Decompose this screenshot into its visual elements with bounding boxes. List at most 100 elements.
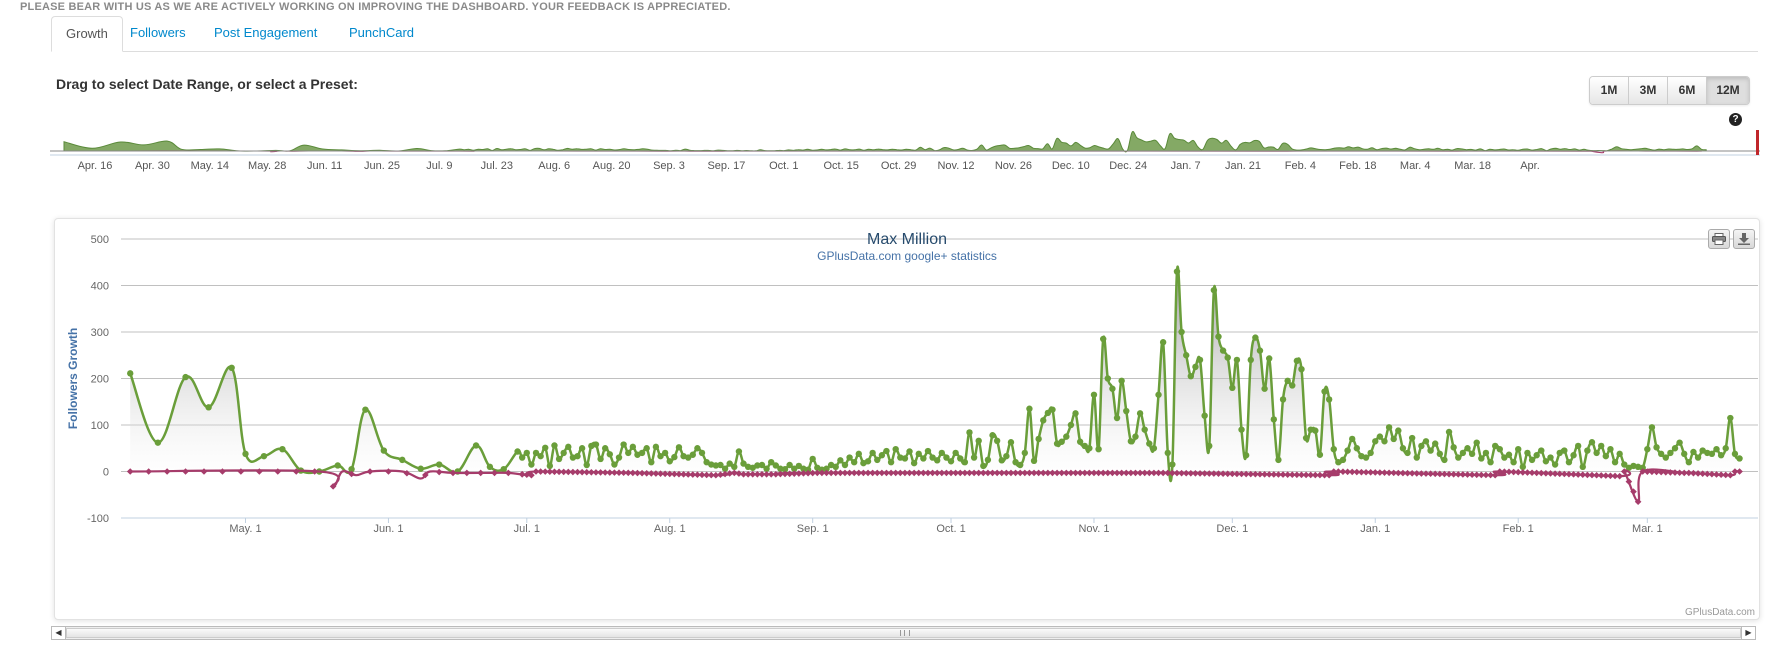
preset-6m-button[interactable]: 6M bbox=[1668, 77, 1707, 104]
gain-data-point bbox=[1063, 433, 1070, 440]
gain-data-point bbox=[1524, 449, 1531, 457]
gain-data-point bbox=[1395, 427, 1402, 434]
gain-data-point bbox=[933, 457, 941, 464]
navigator-tick-label: Sep. 17 bbox=[707, 160, 745, 172]
gain-data-point bbox=[1690, 448, 1697, 456]
gain-data-point bbox=[1372, 438, 1379, 445]
gain-data-point bbox=[947, 458, 955, 465]
tab-growth[interactable]: Growth bbox=[51, 16, 123, 52]
gain-data-point bbox=[435, 461, 443, 468]
preset-button-group: 1M 3M 6M 12M bbox=[1589, 76, 1750, 105]
gain-data-point bbox=[1528, 456, 1536, 464]
gain-data-point bbox=[1224, 354, 1231, 361]
gain-data-point bbox=[279, 445, 286, 453]
gain-data-point bbox=[1432, 440, 1439, 447]
gain-data-point bbox=[1164, 449, 1171, 457]
navigator-tick-label: Oct. 15 bbox=[823, 160, 858, 172]
gain-data-point bbox=[1238, 426, 1245, 433]
y-tick-label: 100 bbox=[91, 420, 109, 432]
gain-data-point bbox=[514, 448, 521, 455]
gain-data-point bbox=[1381, 438, 1388, 445]
gain-data-point bbox=[763, 465, 770, 472]
gain-data-point bbox=[1662, 454, 1669, 461]
download-icon[interactable] bbox=[1733, 229, 1755, 249]
gain-data-point bbox=[1104, 375, 1112, 382]
gain-data-point bbox=[1155, 391, 1162, 398]
preset-3m-button[interactable]: 3M bbox=[1629, 77, 1668, 104]
navigator-tick-label: Aug. 6 bbox=[538, 160, 570, 172]
gain-data-point bbox=[989, 432, 996, 439]
gain-data-point bbox=[638, 449, 646, 457]
gain-data-point bbox=[500, 465, 507, 473]
gain-data-point bbox=[1653, 444, 1660, 451]
gain-data-point bbox=[1040, 417, 1047, 424]
gain-data-point bbox=[1478, 455, 1485, 462]
gain-data-point bbox=[980, 462, 987, 470]
gain-data-point bbox=[846, 454, 853, 461]
gain-data-point bbox=[869, 449, 876, 457]
gain-data-point bbox=[1519, 463, 1527, 471]
question-circle-icon[interactable]: ? bbox=[1729, 113, 1742, 126]
gain-data-point bbox=[1390, 435, 1397, 443]
gain-data-point bbox=[1418, 442, 1425, 450]
navigator-tick-label: Sep. 3 bbox=[653, 160, 685, 172]
gain-data-point bbox=[1681, 450, 1688, 458]
x-tick-label: Feb. 1 bbox=[1503, 523, 1534, 535]
gain-data-point bbox=[523, 449, 530, 457]
gain-data-point bbox=[1058, 438, 1065, 445]
gain-data-point bbox=[1385, 424, 1393, 431]
gain-data-point bbox=[864, 458, 872, 465]
gain-data-point bbox=[362, 406, 369, 413]
navigator-scrollbar[interactable]: ◀ ▶ bbox=[51, 626, 1756, 640]
gain-data-point bbox=[1026, 405, 1033, 412]
gain-data-point bbox=[731, 463, 738, 471]
x-tick-label: May. 1 bbox=[229, 523, 261, 535]
y-tick-label: 400 bbox=[91, 281, 109, 293]
gain-data-point bbox=[611, 461, 618, 468]
gain-data-point bbox=[1275, 456, 1282, 464]
gain-data-point bbox=[242, 450, 249, 458]
gain-data-point bbox=[1159, 339, 1167, 346]
gain-data-point bbox=[1667, 449, 1674, 457]
gain-data-point bbox=[1547, 454, 1554, 461]
gain-data-point bbox=[1049, 406, 1056, 413]
loss-data-point bbox=[1727, 471, 1734, 479]
preset-12m-button[interactable]: 12M bbox=[1707, 77, 1749, 104]
navigator-handle[interactable] bbox=[1756, 130, 1759, 155]
gain-data-point bbox=[1219, 347, 1227, 354]
scroll-left-arrow-icon[interactable]: ◀ bbox=[52, 627, 66, 639]
tab-post-engagement[interactable]: Post Engagement bbox=[200, 16, 331, 50]
gain-data-point bbox=[1353, 445, 1361, 452]
gain-data-point bbox=[671, 453, 678, 461]
gain-data-point bbox=[1676, 439, 1683, 446]
gain-data-point bbox=[735, 448, 743, 455]
x-tick-label: Oct. 1 bbox=[936, 523, 965, 535]
gain-data-point bbox=[127, 370, 134, 377]
tab-punchcard[interactable]: PunchCard bbox=[335, 16, 428, 50]
gain-data-point bbox=[1136, 410, 1144, 417]
gain-data-point bbox=[1196, 356, 1204, 364]
gain-data-point bbox=[1206, 442, 1213, 450]
gain-data-point bbox=[1473, 439, 1480, 446]
gain-data-point bbox=[537, 452, 544, 460]
gain-data-point bbox=[883, 447, 890, 455]
gain-data-point bbox=[1325, 396, 1333, 403]
print-icon[interactable] bbox=[1708, 229, 1730, 249]
gain-data-point bbox=[1482, 449, 1490, 457]
gain-data-point bbox=[1436, 450, 1444, 458]
scroll-right-arrow-icon[interactable]: ▶ bbox=[1741, 627, 1755, 639]
navigator-tick-label: Dec. 10 bbox=[1052, 160, 1090, 172]
gain-data-point bbox=[1086, 445, 1093, 452]
y-axis-title: Followers Growth bbox=[66, 328, 80, 429]
preset-1m-button[interactable]: 1M bbox=[1590, 77, 1629, 104]
gain-data-point bbox=[1312, 427, 1319, 434]
y-tick-label: 500 bbox=[91, 234, 109, 246]
gain-data-point bbox=[920, 455, 927, 462]
date-range-navigator[interactable]: Apr. 16 Apr. 30 May. 14 May. 28 Jun. 11 Jun. … bbox=[50, 130, 1760, 198]
gain-data-point bbox=[1035, 435, 1042, 443]
gain-data-point bbox=[1030, 457, 1038, 465]
gain-data-point bbox=[1339, 456, 1347, 464]
tab-followers[interactable]: Followers bbox=[116, 16, 200, 50]
gain-data-point bbox=[1113, 414, 1121, 422]
scroll-thumb[interactable] bbox=[66, 628, 1741, 638]
